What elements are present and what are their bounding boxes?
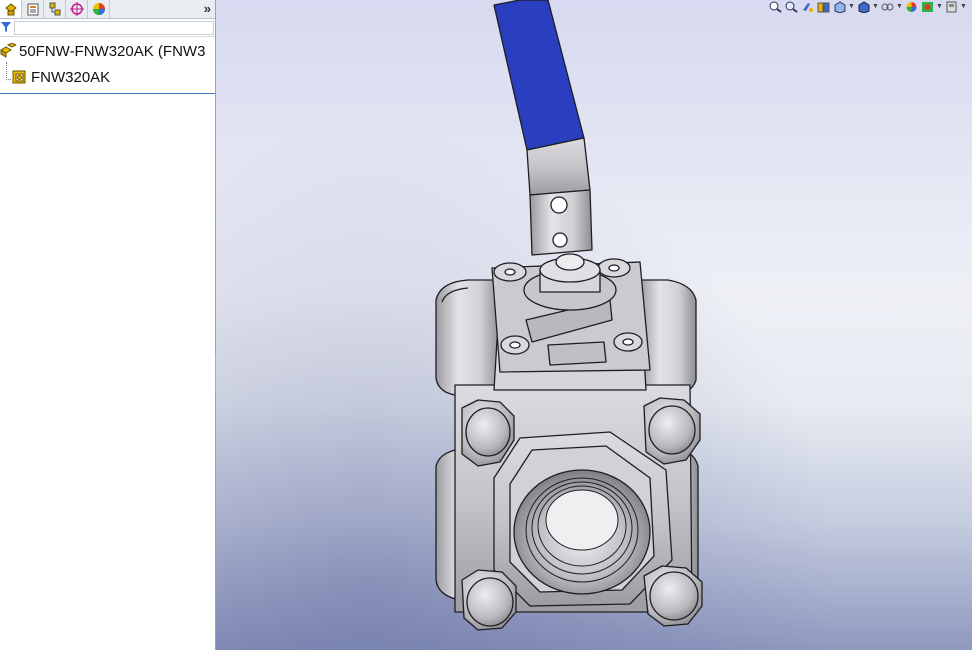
apply-scene-icon <box>921 2 933 12</box>
part-icon <box>12 70 26 84</box>
apply-scene-button[interactable] <box>920 1 934 13</box>
display-manager-tab[interactable] <box>88 0 110 18</box>
display-manager-icon <box>92 3 105 15</box>
featuremanager-icon <box>4 3 17 16</box>
graphics-area[interactable]: ▼ ▼ ▼ ▼ ▼ <box>216 0 972 650</box>
edit-appearance-icon <box>906 2 916 12</box>
bolt-bottom-left <box>461 569 517 631</box>
configurationmanager-icon <box>49 2 60 16</box>
propertymanager-tab[interactable] <box>22 0 44 18</box>
dimxpert-tab[interactable] <box>66 0 88 18</box>
previous-view-button[interactable] <box>800 1 814 13</box>
zoom-to-fit-icon <box>769 1 782 13</box>
chevron-down-icon[interactable]: ▼ <box>848 1 855 13</box>
handle-grip <box>493 0 585 151</box>
panel-tab-bar: » <box>0 0 215 19</box>
chevron-down-icon[interactable]: ▼ <box>872 1 879 13</box>
panel-divider <box>0 93 215 94</box>
section-view-button[interactable] <box>816 1 830 13</box>
tree-filter-row <box>0 19 215 37</box>
ball-valve-model[interactable] <box>216 0 972 650</box>
zoom-area-icon <box>785 1 798 13</box>
tree-item-assembly[interactable]: 50FNW-FNW320AK (FNW3 <box>0 40 205 62</box>
view-settings-icon <box>946 1 956 13</box>
tree-item-part-label: FNW320AK <box>31 68 111 86</box>
chevron-down-icon[interactable]: ▼ <box>960 1 967 13</box>
feature-manager-panel: » 50FNW-FNW320AK (FNW3 FNW320AK <box>0 0 216 650</box>
view-settings-button[interactable] <box>944 1 958 13</box>
propertymanager-icon <box>27 3 38 16</box>
hide-show-button[interactable] <box>880 1 894 13</box>
heads-up-view-toolbar: ▼ ▼ ▼ ▼ ▼ <box>768 0 972 14</box>
assembly-icon <box>0 43 16 58</box>
chevron-down-icon[interactable]: ▼ <box>936 1 943 13</box>
zoom-to-fit-button[interactable] <box>768 1 782 13</box>
tree-connector <box>6 79 11 81</box>
more-tabs-button[interactable]: » <box>204 0 211 18</box>
tree-connector <box>6 62 8 80</box>
section-view-icon <box>817 2 829 13</box>
view-orientation-icon <box>834 1 845 13</box>
previous-view-icon <box>802 3 813 12</box>
tree-filter-input[interactable] <box>14 21 214 35</box>
configurationmanager-tab[interactable] <box>44 0 66 18</box>
tree-item-assembly-label: 50FNW-FNW320AK (FNW3 <box>19 42 206 60</box>
bolt-top-right <box>643 397 701 465</box>
featuremanager-tab[interactable] <box>0 0 22 18</box>
edit-appearance-button[interactable] <box>904 1 918 13</box>
tree-item-part[interactable]: FNW320AK <box>12 66 110 88</box>
display-style-button[interactable] <box>856 1 870 13</box>
view-orientation-button[interactable] <box>832 1 846 13</box>
display-style-icon <box>858 1 869 13</box>
bolt-bottom-right <box>643 565 703 627</box>
chevron-down-icon[interactable]: ▼ <box>896 1 903 13</box>
dimxpert-icon <box>69 2 84 16</box>
filter-icon[interactable] <box>1 22 11 32</box>
hide-show-icon <box>881 3 893 11</box>
zoom-area-button[interactable] <box>784 1 798 13</box>
